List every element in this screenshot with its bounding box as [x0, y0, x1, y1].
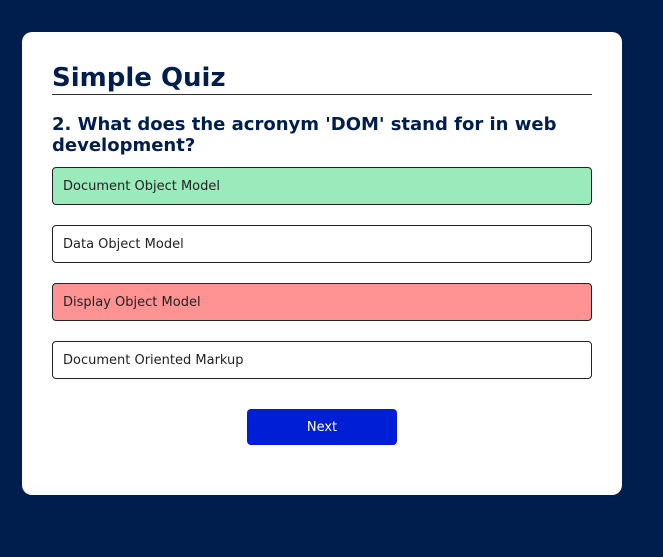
quiz-card: Simple Quiz 2. What does the acronym 'DO…: [22, 32, 622, 495]
quiz-title: Simple Quiz: [52, 62, 592, 95]
answer-button-display-object-model[interactable]: Display Object Model: [52, 283, 592, 321]
answer-list: Document Object Model Data Object Model …: [52, 167, 592, 399]
answer-button-document-object-model[interactable]: Document Object Model: [52, 167, 592, 205]
answer-button-document-oriented-markup[interactable]: Document Oriented Markup: [52, 341, 592, 379]
question-text: 2. What does the acronym 'DOM' stand for…: [52, 114, 557, 156]
answer-button-data-object-model[interactable]: Data Object Model: [52, 225, 592, 263]
next-button[interactable]: Next: [247, 409, 397, 445]
